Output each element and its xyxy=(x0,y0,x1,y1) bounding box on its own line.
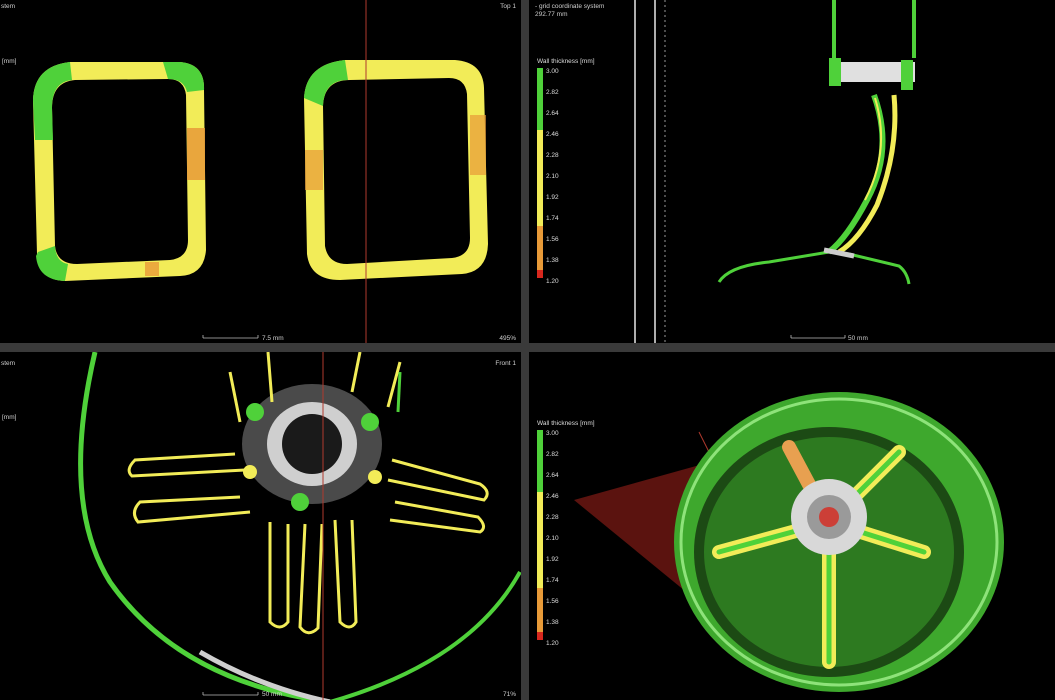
legend-tick: 2.64 xyxy=(546,110,559,117)
wall-thickness-legend: Wall thickness [mm] 3.00 2.82 2.64 2.46 … xyxy=(537,58,597,288)
legend-tick: 2.10 xyxy=(546,173,559,180)
legend-green-band xyxy=(537,68,543,130)
legend-tick: 1.56 xyxy=(546,598,559,605)
view-name: Front 1 xyxy=(495,360,516,367)
legend-green-band xyxy=(537,430,543,492)
unit-label: [mm] xyxy=(2,58,17,65)
legend-title: Wall thickness [mm] xyxy=(537,58,595,65)
legend-tick: 2.28 xyxy=(546,152,559,159)
wall-thickness-legend: Wall thickness [mm] 3.00 2.82 2.64 2.46 … xyxy=(537,420,597,650)
legend-tick: 3.00 xyxy=(546,430,559,437)
scale-label: 7.5 mm xyxy=(262,335,284,342)
legend-red-band xyxy=(537,632,543,640)
legend-orange-band xyxy=(537,588,543,632)
pane-splitter-horizontal[interactable] xyxy=(0,343,1055,352)
legend-tick: 1.20 xyxy=(546,278,559,285)
side-section-drawing xyxy=(634,0,916,343)
legend-tick: 1.38 xyxy=(546,257,559,264)
legend-tick: 2.64 xyxy=(546,472,559,479)
wheel-3d-render xyxy=(574,392,1004,692)
legend-tick: 2.28 xyxy=(546,514,559,521)
top-view-pane[interactable]: stem Top 1 [mm] 7.5 mm 495% xyxy=(0,0,521,343)
legend-tick: 1.74 xyxy=(546,577,559,584)
legend-orange-band xyxy=(537,226,543,270)
view-title: - grid coordinate system xyxy=(535,3,605,10)
zoom-level: 71% xyxy=(502,691,516,698)
side-view-pane[interactable]: - grid coordinate system 292.77 mm 50 mm… xyxy=(529,0,1055,343)
scale-label: 50 mm xyxy=(848,335,868,342)
legend-red-band xyxy=(537,270,543,278)
legend-tick: 1.92 xyxy=(546,194,559,201)
left-cross-section xyxy=(33,62,206,281)
legend-tick: 1.20 xyxy=(546,640,559,647)
unit-label: [mm] xyxy=(2,414,17,421)
legend-tick: 3.00 xyxy=(546,68,559,75)
legend-tick: 2.46 xyxy=(546,131,559,138)
legend-tick: 2.46 xyxy=(546,493,559,500)
legend-yellow-band xyxy=(537,130,543,226)
legend-tick: 1.38 xyxy=(546,619,559,626)
legend-tick: 2.82 xyxy=(546,89,559,96)
legend-tick: 1.92 xyxy=(546,556,559,563)
legend-tick: 1.56 xyxy=(546,236,559,243)
legend-tick: 2.10 xyxy=(546,535,559,542)
3d-view-pane[interactable]: Wall thickness [mm] 3.00 2.82 2.64 2.46 … xyxy=(529,352,1055,700)
legend-tick: 1.74 xyxy=(546,215,559,222)
view-name: Top 1 xyxy=(500,3,516,10)
cross-section-drawing xyxy=(33,0,488,343)
view-title: stem xyxy=(1,3,16,10)
measurement-readout: 292.77 mm xyxy=(535,11,568,18)
view-title: stem xyxy=(1,360,16,367)
legend-title: Wall thickness [mm] xyxy=(537,420,595,427)
legend-tick: 2.82 xyxy=(546,451,559,458)
legend-yellow-band xyxy=(537,492,543,588)
zoom-level: 495% xyxy=(499,335,516,342)
scale-label: 50 mm xyxy=(262,691,282,698)
wheel-front-section-drawing xyxy=(78,352,521,700)
front-view-pane[interactable]: stem Front 1 [mm] 50 mm 71% xyxy=(0,352,521,700)
right-cross-section xyxy=(304,60,488,280)
